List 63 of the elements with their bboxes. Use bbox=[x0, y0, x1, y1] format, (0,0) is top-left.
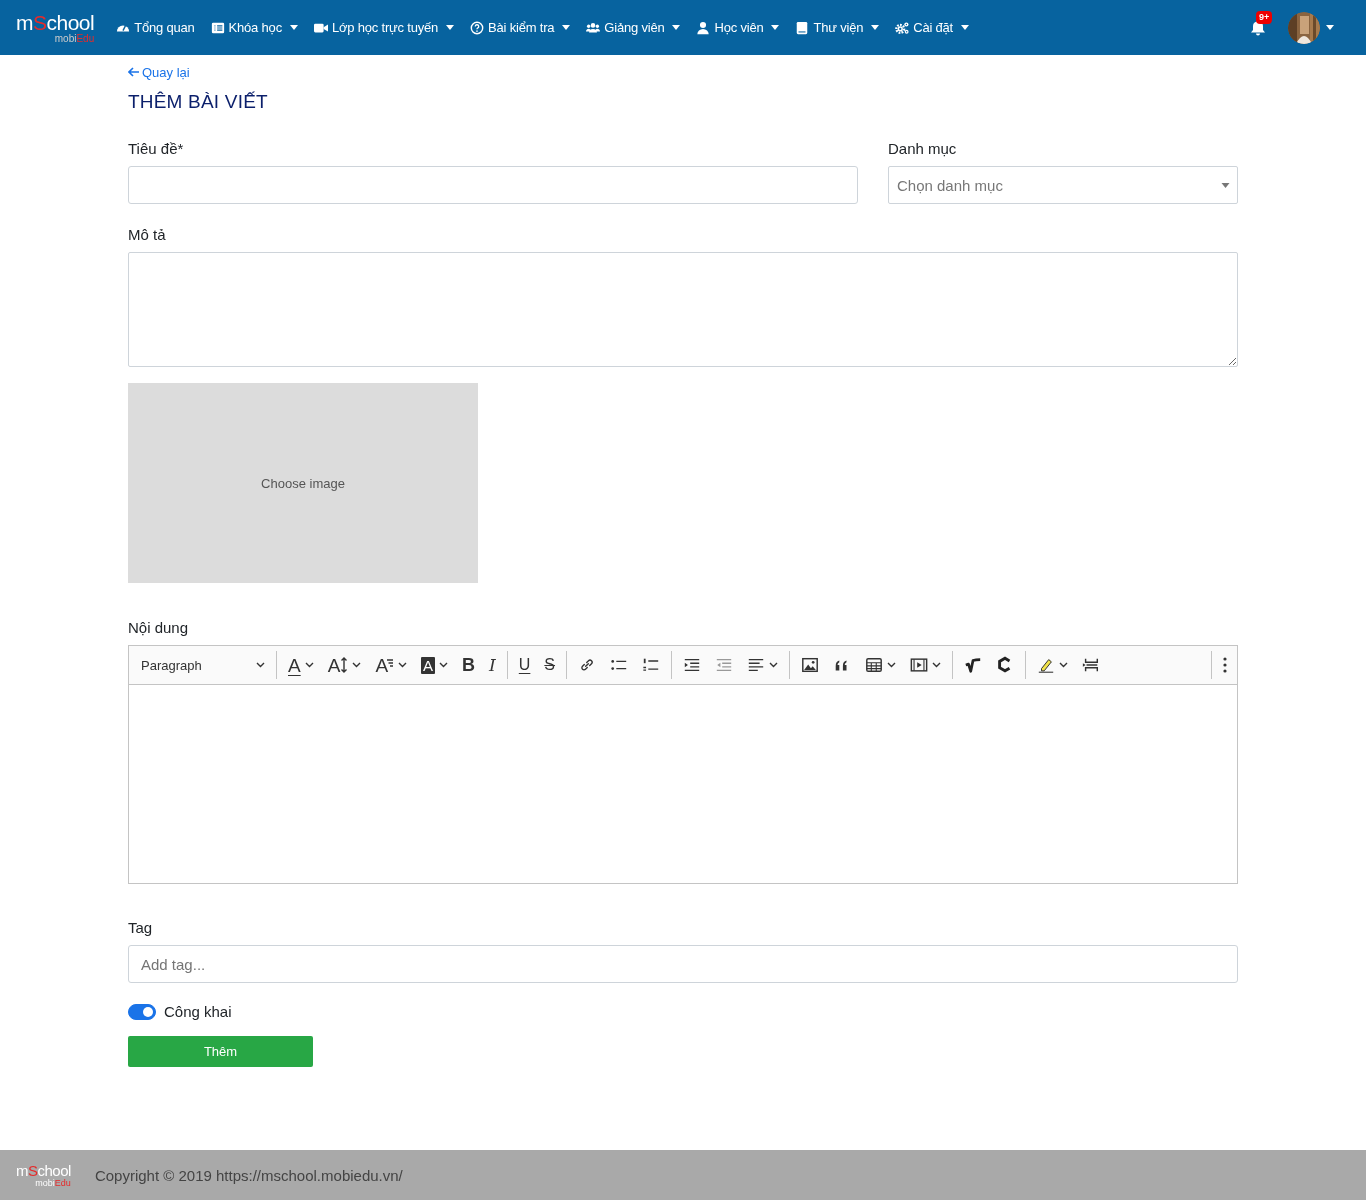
field-label: Tiêu đề* bbox=[128, 140, 185, 157]
nav-link[interactable]: Cài đặt bbox=[887, 12, 977, 43]
strikethrough-button[interactable]: S bbox=[538, 650, 562, 680]
logo-name: mSchool bbox=[16, 11, 95, 33]
book-icon bbox=[795, 20, 810, 35]
title-field[interactable] bbox=[128, 166, 858, 204]
font-color-button[interactable]: A bbox=[282, 650, 320, 680]
description-field[interactable] bbox=[128, 252, 1238, 367]
font-size-button[interactable]: A bbox=[321, 650, 368, 680]
nav-link[interactable]: Lớp học trực tuyến bbox=[305, 12, 463, 43]
list-icon bbox=[210, 20, 225, 35]
nav-link[interactable]: Tổng quan bbox=[108, 12, 203, 43]
arrow-left-icon bbox=[128, 67, 139, 77]
category-select[interactable]: Chọn danh mục bbox=[888, 166, 1238, 204]
bell-icon bbox=[1250, 19, 1266, 36]
nav-link[interactable]: Thư viện bbox=[787, 12, 888, 43]
indent-icon bbox=[683, 656, 702, 674]
logo-name: mSchool bbox=[16, 1162, 71, 1178]
gears-icon bbox=[895, 20, 910, 35]
user-icon bbox=[696, 20, 711, 35]
field-label: Nội dung bbox=[128, 619, 190, 636]
chevron-icon bbox=[256, 662, 265, 668]
math-icon bbox=[964, 656, 983, 674]
notification-badge: 9+ bbox=[1256, 11, 1273, 24]
nav-link[interactable]: Giảng viên bbox=[578, 12, 689, 43]
bold-button[interactable]: B bbox=[456, 650, 482, 680]
logo-tagline: mobiEdu bbox=[54, 33, 95, 44]
page-heading: THÊM BÀI VIẾT bbox=[128, 91, 269, 113]
font-family-button[interactable]: A bbox=[369, 650, 414, 680]
users-icon bbox=[586, 20, 601, 35]
toggle-label: Công khai bbox=[164, 1003, 232, 1020]
up-down-arrow-icon bbox=[340, 655, 349, 675]
lines-icon bbox=[386, 657, 395, 667]
caret-icon bbox=[1220, 182, 1231, 188]
italic-button[interactable]: I bbox=[483, 650, 502, 680]
notification-button[interactable] bbox=[1250, 19, 1266, 36]
back-link[interactable]: Quay lại bbox=[128, 64, 190, 80]
highlight-icon bbox=[1037, 656, 1056, 674]
paragraph-dropdown[interactable]: Paragraph bbox=[135, 650, 271, 680]
nav-link[interactable]: Khóa học bbox=[202, 12, 306, 43]
page-break-icon bbox=[1082, 656, 1101, 674]
tag-field[interactable]: Add tag... bbox=[128, 945, 1238, 983]
numbered-list-icon bbox=[642, 656, 661, 674]
table-icon bbox=[865, 656, 884, 674]
copyright-text: Copyright © 2019 https://mschool.mobiedu.vn/ bbox=[94, 1166, 403, 1184]
field-label: Mô tả bbox=[128, 226, 167, 243]
user-menu[interactable] bbox=[1288, 11, 1334, 44]
field-label: Danh mục bbox=[888, 140, 958, 157]
image-picker[interactable]: Choose image bbox=[128, 383, 478, 583]
public-toggle[interactable] bbox=[128, 1003, 156, 1020]
field-label: Tag bbox=[128, 919, 154, 936]
underline-button[interactable]: U bbox=[512, 650, 537, 680]
outdent-icon bbox=[715, 656, 734, 674]
caret-icon bbox=[1326, 25, 1334, 30]
more-icon bbox=[1223, 657, 1227, 673]
align-icon bbox=[747, 656, 766, 674]
nav-link[interactable]: Bài kiểm tra bbox=[462, 12, 579, 43]
media-icon bbox=[910, 656, 929, 674]
nav-link[interactable]: Học viên bbox=[688, 12, 788, 43]
background-color-button[interactable]: A bbox=[415, 650, 455, 680]
logo-tagline: mobiEdu bbox=[35, 1178, 71, 1188]
question-icon bbox=[470, 20, 485, 35]
image-icon bbox=[801, 656, 820, 674]
